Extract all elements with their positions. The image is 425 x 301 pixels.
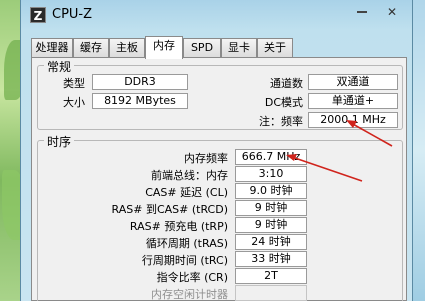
tab-spd[interactable]: SPD	[183, 38, 221, 57]
channels-value: 双通道	[308, 74, 398, 90]
channels-label: 通道数	[270, 77, 303, 90]
trc-value: 33 时钟	[235, 251, 307, 267]
dram-frequency-label: 内存频率	[184, 152, 228, 165]
tras-label: 循环周期 (tRAS)	[145, 237, 228, 250]
cpuz-window: Z CPU-Z ✕ 处理器 缓存 主板 内存 SPD 显卡 关于 常规 类型 D…	[20, 0, 413, 301]
tras-value: 24 时钟	[235, 234, 307, 250]
command-rate-label: 指令比率 (CR)	[156, 271, 228, 284]
cas-latency-value: 9.0 时钟	[235, 183, 307, 199]
dc-mode-value: 单通道+	[308, 93, 398, 109]
fsb-dram-label: 前端总线：内存	[151, 169, 228, 182]
trp-label: RAS# 预充电 (tRP)	[129, 220, 228, 233]
trc-label: 行周期时间 (tRC)	[141, 254, 228, 267]
timings-group: 时序 内存频率 666.7 MHz 前端总线：内存 3:10 CAS# 延迟 (…	[37, 133, 403, 301]
trcd-label: RAS# 到CAS# (tRCD)	[111, 203, 228, 216]
minimize-icon[interactable]	[357, 10, 367, 13]
general-group-title: 常规	[44, 58, 75, 75]
dc-mode-label: DC模式	[264, 96, 303, 109]
size-label: 大小	[63, 96, 85, 109]
frequency-note-value: 2000.1 MHz	[308, 112, 398, 128]
desktop-background-right	[412, 0, 425, 301]
tab-bar: 处理器 缓存 主板 内存 SPD 显卡 关于	[31, 36, 411, 59]
title-bar[interactable]: Z CPU-Z ✕	[21, 0, 412, 33]
size-value: 8192 MBytes	[92, 93, 188, 109]
trcd-value: 9 时钟	[235, 200, 307, 216]
frequency-note-label: 注：频率	[259, 115, 303, 128]
close-icon[interactable]: ✕	[377, 4, 407, 21]
tab-processor[interactable]: 处理器	[31, 38, 73, 57]
trp-value: 9 时钟	[235, 217, 307, 233]
type-label: 类型	[63, 77, 85, 90]
tab-about[interactable]: 关于	[257, 38, 293, 57]
tab-cache[interactable]: 缓存	[73, 38, 109, 57]
general-group: 常规 类型 DDR3 大小 8192 MBytes 通道数 双通道 DC模式 单…	[37, 58, 403, 130]
cas-latency-label: CAS# 延迟 (CL)	[145, 186, 228, 199]
tab-graphics[interactable]: 显卡	[221, 38, 257, 57]
dram-idle-timer-value	[235, 285, 307, 301]
window-title: CPU-Z	[52, 7, 93, 22]
cpuz-logo-icon: Z	[30, 7, 46, 23]
memory-panel: 常规 类型 DDR3 大小 8192 MBytes 通道数 双通道 DC模式 单…	[31, 57, 407, 301]
dram-idle-timer-label: 内存空闲计时器	[151, 288, 228, 301]
timings-group-title: 时序	[44, 133, 75, 150]
command-rate-value: 2T	[235, 268, 307, 284]
fsb-dram-value: 3:10	[235, 166, 307, 182]
type-value: DDR3	[92, 74, 188, 90]
tab-memory[interactable]: 内存	[145, 36, 183, 59]
dram-frequency-value: 666.7 MHz	[235, 149, 307, 165]
tab-mainboard[interactable]: 主板	[109, 38, 145, 57]
